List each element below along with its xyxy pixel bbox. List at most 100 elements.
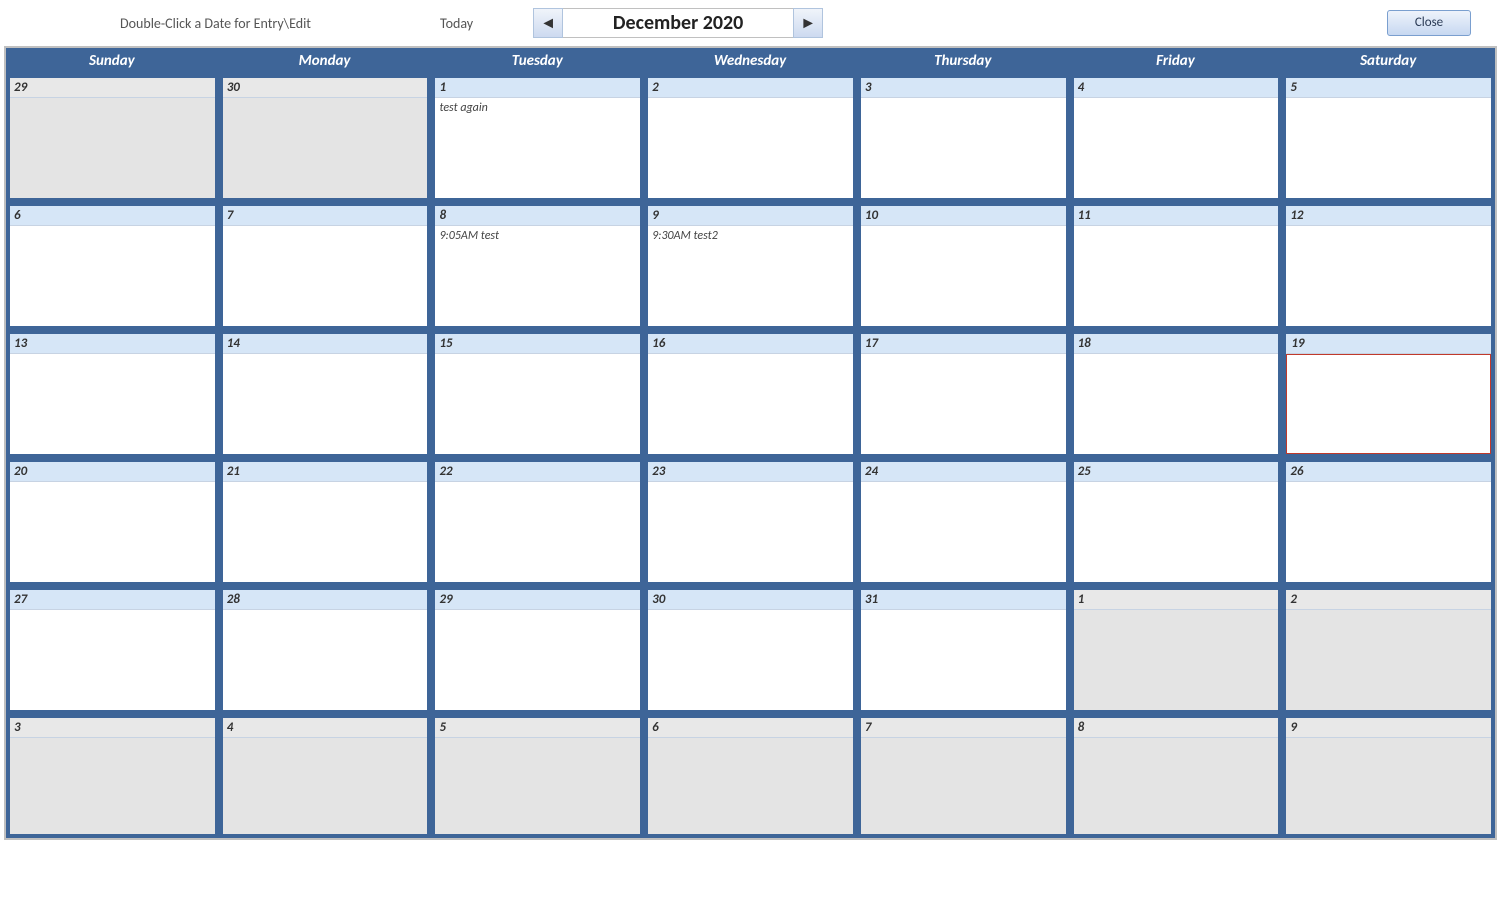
day-body (648, 482, 853, 582)
next-month-button[interactable]: ► (793, 8, 823, 38)
day-number: 7 (861, 718, 1066, 738)
day-number: 8 (435, 206, 640, 226)
day-cell[interactable]: 2 (648, 78, 853, 198)
day-body: test again (435, 98, 640, 198)
calendar-entry[interactable]: test again (439, 100, 636, 116)
today-button[interactable]: Today (440, 15, 473, 32)
day-body (223, 482, 428, 582)
day-number: 28 (223, 590, 428, 610)
day-body (648, 738, 853, 834)
day-number: 11 (1074, 206, 1279, 226)
day-cell[interactable]: 13 (10, 334, 215, 454)
day-cell[interactable]: 25 (1074, 462, 1279, 582)
day-cell[interactable]: 7 (223, 206, 428, 326)
day-body (10, 226, 215, 326)
calendar-grid: SundayMondayTuesdayWednesdayThursdayFrid… (6, 48, 1495, 838)
day-cell[interactable]: 14 (223, 334, 428, 454)
day-cell[interactable]: 1 test again (435, 78, 640, 198)
day-body (10, 738, 215, 834)
day-number: 31 (861, 590, 1066, 610)
day-cell[interactable]: 10 (861, 206, 1066, 326)
week-row: 678 9:05AM test 99:30AM test2 10 11 12 (6, 202, 1495, 330)
day-cell[interactable]: 2 (1286, 590, 1491, 710)
day-body (435, 738, 640, 834)
day-number: 20 (10, 462, 215, 482)
day-body (1286, 610, 1491, 710)
day-number: 18 (1074, 334, 1279, 354)
day-number: 15 (435, 334, 640, 354)
right-arrow-icon: ► (800, 14, 816, 33)
day-cell[interactable]: 12 (1286, 206, 1491, 326)
day-cell[interactable]: 23 (648, 462, 853, 582)
day-body (435, 354, 640, 454)
day-cell[interactable]: 15 (435, 334, 640, 454)
day-number: 12 (1286, 206, 1491, 226)
day-cell[interactable]: 28 (223, 590, 428, 710)
day-body (861, 482, 1066, 582)
day-cell[interactable]: 3 (10, 718, 215, 834)
day-cell[interactable]: 8 9:05AM test (435, 206, 640, 326)
day-cell[interactable]: 5 (435, 718, 640, 834)
day-body (648, 354, 853, 454)
day-cell[interactable]: 22 (435, 462, 640, 582)
prev-month-button[interactable]: ◄ (533, 8, 563, 38)
calendar-entry[interactable]: 9:05AM test (439, 228, 636, 244)
day-body (648, 610, 853, 710)
day-cell[interactable]: 99:30AM test2 (648, 206, 853, 326)
day-number: 27 (10, 590, 215, 610)
day-number: 1 (435, 78, 640, 98)
day-cell[interactable]: 6 (10, 206, 215, 326)
day-number: 3 (10, 718, 215, 738)
day-cell[interactable]: 4 (223, 718, 428, 834)
day-number: 22 (435, 462, 640, 482)
day-cell[interactable]: 26 (1286, 462, 1491, 582)
day-number: 13 (10, 334, 215, 354)
day-cell[interactable]: 24 (861, 462, 1066, 582)
day-body (1074, 98, 1279, 198)
day-number: 21 (223, 462, 428, 482)
day-number: 10 (861, 206, 1066, 226)
day-cell[interactable]: 11 (1074, 206, 1279, 326)
day-header: Wednesday (644, 48, 857, 74)
day-header: Monday (219, 48, 432, 74)
day-cell[interactable]: 29 (10, 78, 215, 198)
day-of-week-header-row: SundayMondayTuesdayWednesdayThursdayFrid… (6, 48, 1495, 74)
day-number: 9 (1286, 718, 1491, 738)
close-button[interactable]: Close (1387, 10, 1471, 36)
day-cell[interactable]: 7 (861, 718, 1066, 834)
day-number: 30 (223, 78, 428, 98)
day-cell[interactable]: 21 (223, 462, 428, 582)
day-number: 23 (648, 462, 853, 482)
day-cell[interactable]: 20 (10, 462, 215, 582)
day-cell[interactable]: 30 (648, 590, 853, 710)
day-body (1286, 98, 1491, 198)
day-cell[interactable]: 19 (1286, 334, 1491, 454)
day-cell[interactable]: 29 (435, 590, 640, 710)
day-header: Sunday (6, 48, 219, 74)
day-cell[interactable]: 17 (861, 334, 1066, 454)
day-body (1074, 610, 1279, 710)
day-cell[interactable]: 27 (10, 590, 215, 710)
calendar-entry[interactable]: 9:30AM test2 (652, 228, 849, 244)
day-body (223, 98, 428, 198)
day-cell[interactable]: 1 (1074, 590, 1279, 710)
day-cell[interactable]: 8 (1074, 718, 1279, 834)
day-cell[interactable]: 16 (648, 334, 853, 454)
day-cell[interactable]: 3 (861, 78, 1066, 198)
day-cell[interactable]: 31 (861, 590, 1066, 710)
day-cell[interactable]: 30 (223, 78, 428, 198)
calendar-container: SundayMondayTuesdayWednesdayThursdayFrid… (4, 46, 1497, 840)
day-cell[interactable]: 9 (1286, 718, 1491, 834)
day-body (10, 610, 215, 710)
day-header: Tuesday (431, 48, 644, 74)
day-cell[interactable]: 18 (1074, 334, 1279, 454)
week-row: 27 28 2930 31 12 (6, 586, 1495, 714)
day-number: 29 (10, 78, 215, 98)
day-cell[interactable]: 5 (1286, 78, 1491, 198)
day-number: 5 (435, 718, 640, 738)
day-body (861, 738, 1066, 834)
day-cell[interactable]: 6 (648, 718, 853, 834)
day-number: 26 (1286, 462, 1491, 482)
day-cell[interactable]: 4 (1074, 78, 1279, 198)
day-header: Thursday (857, 48, 1070, 74)
